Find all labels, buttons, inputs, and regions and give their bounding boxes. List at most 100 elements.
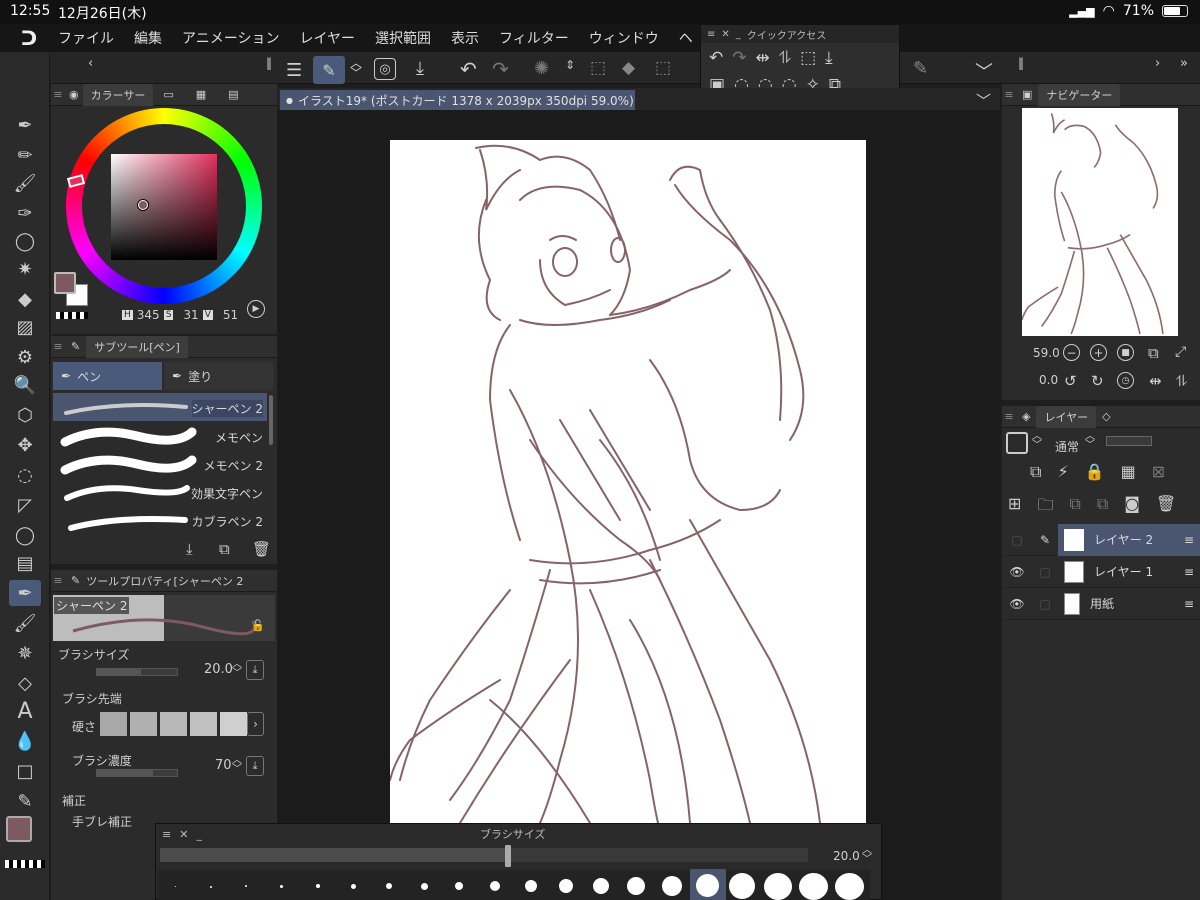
document-tab[interactable]: ● イラスト19* (ポストカード 1378 x 2039px 350dpi 5… [280, 90, 635, 110]
blend-tool-icon[interactable]: 💧 [9, 728, 41, 754]
gradient-tool-icon[interactable]: ▨ [9, 314, 41, 340]
panel-transparent-color[interactable] [56, 312, 88, 319]
preset-dot-3[interactable] [245, 885, 247, 887]
pressure-settings-icon[interactable]: ⤓ [246, 660, 264, 680]
layer-property-tab-icon[interactable]: ◇ [1102, 410, 1110, 423]
preset-dot-6[interactable] [351, 884, 356, 889]
fit-stop-icon[interactable]: ■ [1117, 344, 1134, 361]
zoom-tool-icon[interactable]: 🔍 [9, 372, 41, 398]
zoom-value[interactable]: 59.0 [1033, 346, 1060, 360]
pressure-settings-icon[interactable]: ⤓ [246, 756, 264, 776]
hardness-option[interactable] [130, 712, 157, 736]
transform-icon[interactable]: ⬚ [655, 58, 671, 78]
menu-window[interactable]: ウィンドウ [589, 28, 659, 48]
chevron-right-icon[interactable]: › [247, 712, 264, 736]
chevron-down-icon[interactable]: ﹀ [976, 90, 991, 111]
ruler-tool-icon[interactable]: ◸ [9, 492, 41, 518]
play-icon[interactable]: ▶ [247, 300, 265, 318]
opacity-slider[interactable] [1106, 436, 1152, 446]
brush-tool-icon[interactable]: 🖌 [9, 170, 41, 196]
undo-icon[interactable]: ↶ [460, 57, 477, 81]
pen-tool-active-icon[interactable]: ✎ [313, 56, 345, 84]
rotate-tool-icon[interactable]: ◌ [9, 462, 41, 488]
hardness-selector[interactable] [100, 712, 247, 736]
grip-icon[interactable]: ≡ [162, 828, 171, 841]
grip-icon[interactable]: ≡ [51, 574, 65, 587]
navigator-preview[interactable] [1022, 108, 1178, 336]
layer-menu-icon[interactable]: ≡ [1184, 597, 1194, 611]
subtool-scrollbar[interactable] [269, 395, 273, 445]
text-tool-icon[interactable]: A [9, 698, 41, 724]
transform-icon[interactable]: ⬚ [800, 48, 816, 68]
hardness-option[interactable] [220, 712, 247, 736]
transparent-color-swatch[interactable] [5, 860, 45, 868]
settings-tool-icon[interactable]: ⚙ [9, 344, 41, 370]
eyedropper-tool-icon[interactable]: ✎ [9, 788, 41, 814]
preset-dot-18[interactable] [764, 873, 792, 900]
balloon-tool-icon[interactable]: ◯ [9, 522, 41, 548]
preset-dot-5[interactable] [316, 884, 320, 888]
zoom-out-icon[interactable]: − [1063, 344, 1080, 361]
layer-color-box[interactable] [1006, 432, 1028, 454]
trash-icon[interactable]: 🗑 [252, 540, 271, 558]
magic-wand-tool-icon[interactable]: ✷ [9, 256, 41, 282]
save-icon[interactable]: ⤓ [416, 58, 424, 79]
preset-dot-16[interactable] [696, 874, 719, 897]
eye-icon[interactable]: 👁 [1002, 597, 1032, 611]
main-color-swatch[interactable] [6, 816, 32, 842]
hardness-option[interactable] [100, 712, 127, 736]
preset-dot-15[interactable] [662, 876, 682, 896]
airbrush-tool-icon[interactable]: ✑ [9, 200, 41, 226]
menu-layer[interactable]: レイヤー [299, 28, 355, 48]
flip-horizontal-icon[interactable]: ⇹ [1149, 372, 1162, 390]
expand-icon[interactable]: ⤢ [1175, 344, 1186, 360]
preset-dot-7[interactable] [386, 883, 392, 889]
color-wheel-tab-icon[interactable]: ◉ [69, 88, 79, 101]
redo-icon[interactable]: ↷ [732, 48, 746, 68]
pen-tool-icon[interactable]: ✒ [9, 112, 41, 138]
menu-filter[interactable]: フィルター [499, 28, 569, 48]
brush-size-slider[interactable] [96, 668, 178, 676]
eraser-tool-icon[interactable]: ◇ [9, 670, 41, 696]
preset-dot-2[interactable] [210, 886, 212, 888]
layer-menu-icon[interactable]: ≡ [1184, 533, 1194, 547]
subtool-item[interactable]: 効果文字ペン [53, 478, 267, 506]
eye-icon[interactable]: 👁 [1002, 565, 1032, 579]
preset-dot-19[interactable] [799, 873, 828, 900]
updown-icon[interactable]: ︿ ﹀ [350, 57, 362, 79]
flip-vertical-icon[interactable]: ⥮ [1176, 372, 1187, 390]
saturation-value-square[interactable] [111, 154, 217, 260]
panel-grip-icon[interactable]: ‖ [266, 56, 272, 70]
layer-mask-icon[interactable]: ◙ [1124, 494, 1140, 521]
slider-handle[interactable] [505, 845, 511, 867]
layer-row[interactable]: 👁 ▢ レイヤー 1 ≡ [1002, 556, 1200, 588]
color-history-tab-icon[interactable]: ▤ [228, 88, 238, 101]
preset-dot-10[interactable] [490, 881, 500, 891]
subtool-item[interactable]: カブラペン 2 [53, 506, 267, 534]
clipping-icon[interactable]: ⧉ [1030, 462, 1041, 482]
eraser-pen-icon[interactable]: ✎ [913, 58, 928, 79]
new-raster-layer-icon[interactable]: ⊞ [1008, 494, 1021, 521]
grip-icon[interactable]: ≡ [707, 29, 715, 40]
updown-icon[interactable]: ⇕ [565, 58, 575, 72]
menu-file[interactable]: ファイル [58, 28, 114, 48]
redo-icon[interactable]: ↷ [492, 57, 509, 81]
chevron-right-icon[interactable]: › [1155, 56, 1160, 71]
preset-dot-8[interactable] [421, 883, 428, 890]
preset-dot-11[interactable] [525, 880, 537, 892]
grip-icon[interactable]: ≡ [51, 88, 65, 101]
subtool-item[interactable]: メモペン [53, 422, 267, 450]
rectangle-tool-icon[interactable]: □ [9, 758, 41, 784]
subtool-tab-fill[interactable]: ✒ 塗り [164, 362, 274, 390]
grip-icon[interactable]: ≡ [1002, 410, 1016, 423]
brush-size-palette-slider[interactable] [160, 848, 808, 862]
updown-icon[interactable]: ︿ ﹀ [1085, 432, 1095, 451]
flip-horizontal-icon[interactable]: ⇹ [756, 48, 770, 68]
minimize-icon[interactable]: _ [736, 29, 741, 40]
color-set-tab-icon[interactable]: ▦ [196, 88, 206, 101]
merge-down-icon[interactable]: ⧉ [1069, 494, 1080, 521]
preset-dot-14[interactable] [627, 877, 645, 895]
mask-icon[interactable]: ⊠ [1152, 462, 1165, 482]
hardness-option[interactable] [160, 712, 187, 736]
subtool-tab-pen[interactable]: ✒ ペン [53, 362, 162, 390]
